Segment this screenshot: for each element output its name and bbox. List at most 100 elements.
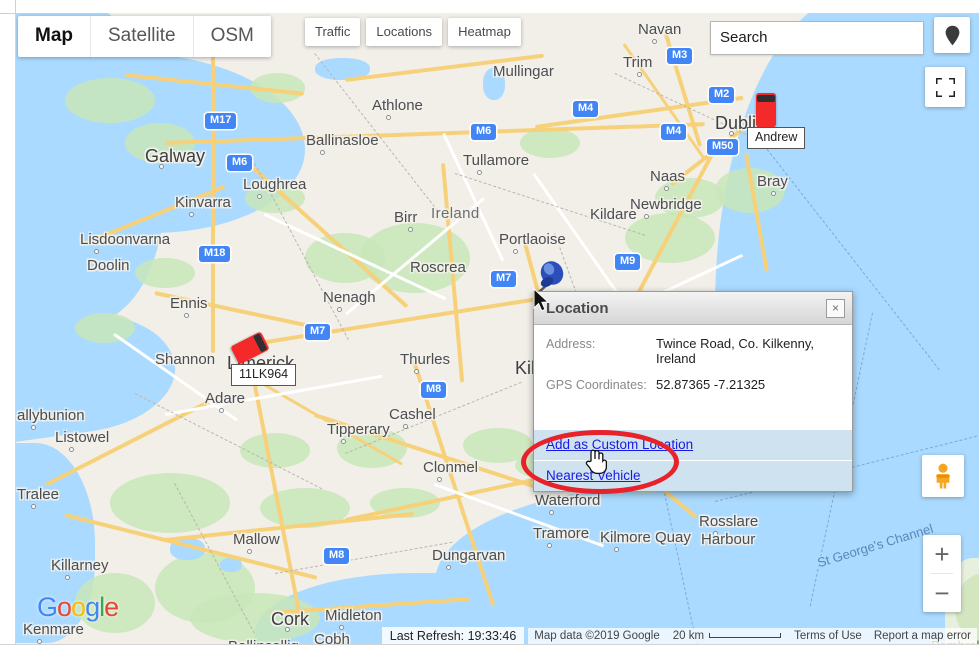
map-place-dot [437, 477, 442, 482]
page-left-rail [0, 0, 16, 658]
zoom-control: + − [923, 535, 961, 612]
street-view-pegman-button[interactable] [922, 455, 964, 497]
map-green-area [75, 313, 135, 343]
map-place-dot [189, 212, 194, 217]
report-map-error-link[interactable]: Report a map error [867, 627, 977, 645]
vehicle-label: Andrew [747, 127, 806, 149]
map-road-shield: M6 [471, 124, 497, 140]
add-marker-button[interactable] [934, 17, 970, 53]
map-place-dot [446, 565, 451, 570]
map-place-dot [65, 575, 70, 580]
logo-letter-g2: g [85, 592, 100, 622]
truck-icon [756, 93, 776, 127]
map-place-dot [414, 369, 419, 374]
map-place-dot [184, 313, 189, 318]
report-map-error-label[interactable]: Report a map error [874, 630, 971, 642]
map-road-shield: M50 [707, 139, 739, 155]
info-window-spacer [534, 403, 852, 417]
map-place-dot [637, 72, 642, 77]
map-road-shield: M4 [573, 101, 599, 117]
locations-button[interactable]: Locations [366, 18, 443, 46]
map-type-control: Map Satellite OSM [18, 16, 271, 57]
map-lake [483, 68, 505, 100]
map-place-dot [31, 425, 36, 430]
last-refresh-label: Last Refresh: [389, 628, 465, 643]
add-custom-location-row[interactable]: Add as Custom Location [534, 429, 852, 460]
last-refresh-status: Last Refresh: 19:33:46 [381, 626, 525, 646]
street-view-pegman-icon [936, 463, 950, 489]
map-green-area [65, 78, 155, 123]
zoom-out-button[interactable]: − [923, 574, 961, 612]
vehicle-marker-andrew[interactable]: Andrew [747, 93, 806, 149]
map-road-shield: M3 [667, 48, 693, 64]
gps-label: GPS Coordinates: [546, 378, 647, 392]
map-pin-icon [945, 25, 959, 45]
map-place-dot [408, 227, 413, 232]
zoom-in-button[interactable]: + [923, 535, 961, 573]
vehicle-marker-11lk964[interactable]: 11LK964 [230, 331, 297, 386]
info-row-gps: GPS Coordinates: 52.87365 -7.21325 [534, 377, 852, 392]
map-place-dot [547, 543, 552, 548]
map-green-area [520, 128, 580, 158]
nearest-vehicle-row[interactable]: Nearest Vehicle [534, 460, 852, 491]
map-place-dot [549, 510, 554, 515]
map-place-dot [403, 424, 408, 429]
scale-label: 20 km [672, 629, 705, 642]
map-green-area [240, 433, 310, 468]
map-place-dot [664, 186, 669, 191]
scale-bar [709, 633, 782, 638]
fullscreen-icon [935, 77, 955, 97]
map-road-shield: M2 [709, 87, 735, 103]
map-place-dot [159, 164, 164, 169]
map-road-shield: M4 [661, 124, 687, 140]
close-icon[interactable]: × [826, 298, 845, 318]
map-type-satellite[interactable]: Satellite [91, 16, 194, 57]
map-application: Galway Kinvarra Lisdoonvarna Doolin Loughrea… [0, 0, 979, 658]
map-status-bar: Last Refresh: 19:33:46 Map data ©2019 Go… [15, 626, 979, 646]
map-type-osm[interactable]: OSM [194, 16, 271, 57]
map-road-shield: M8 [324, 548, 350, 564]
address-label: Address: [546, 337, 596, 351]
heatmap-button[interactable]: Heatmap [448, 18, 521, 46]
terms-of-use-label[interactable]: Terms of Use [794, 630, 862, 642]
map-place-dot [614, 547, 619, 552]
map-place-dot [257, 194, 262, 199]
terms-of-use-link[interactable]: Terms of Use [788, 627, 868, 645]
search-input[interactable] [710, 21, 924, 55]
map-place-dot [31, 504, 36, 509]
map-road-shield: M6 [227, 155, 253, 171]
map-place-dot [729, 131, 734, 136]
logo-letter-o1: o [57, 592, 72, 622]
google-logo: Google [37, 592, 119, 623]
map-road-shield: M8 [421, 382, 447, 398]
map-green-area [135, 258, 195, 288]
logo-letter-e: e [104, 592, 119, 622]
fullscreen-button[interactable] [925, 67, 965, 107]
map-place-dot [713, 531, 718, 536]
info-window-header: Location × [534, 292, 852, 325]
map-place-dot [219, 408, 224, 413]
logo-letter-g1: G [37, 592, 58, 622]
search-container [710, 21, 924, 55]
arrow-cursor-icon [533, 287, 551, 319]
pointing-hand-cursor-icon [585, 448, 608, 479]
map-lake [480, 603, 530, 621]
overlay-toggle-group: Traffic Locations Heatmap [305, 18, 521, 46]
map-attribution: Map data ©2019 Google [528, 627, 666, 645]
add-custom-location-link[interactable]: Add as Custom Location [546, 437, 693, 452]
map-place-dot [247, 549, 252, 554]
map-type-map[interactable]: Map [18, 16, 91, 57]
map-place-dot [337, 307, 342, 312]
page-top-left-corner-box [0, 0, 16, 14]
last-refresh-time: 19:33:46 [467, 628, 517, 643]
traffic-button[interactable]: Traffic [305, 18, 361, 46]
info-window-body: Address: Twince Road, Co. Kilkenny, Irel… [534, 325, 852, 429]
map-road-shield: M7 [305, 324, 331, 340]
map-place-dot [644, 214, 649, 219]
logo-letter-o2: o [71, 592, 86, 622]
map-place-dot [513, 249, 518, 254]
map-place-dot [771, 191, 776, 196]
location-info-window: Location × Address: Twince Road, Co. Kil… [533, 291, 853, 492]
map-road-shield: M7 [491, 271, 517, 287]
map-road-shield: M9 [615, 254, 641, 270]
